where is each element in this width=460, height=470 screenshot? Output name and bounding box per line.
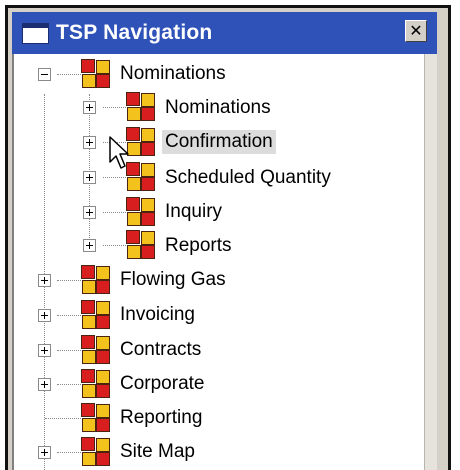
collapse-toggle-nominations[interactable] — [38, 68, 51, 81]
expand-toggle[interactable] — [38, 344, 51, 357]
mouse-pointer-icon — [109, 136, 129, 169]
tree-item-inquiry[interactable]: Inquiry — [162, 200, 225, 224]
expand-toggle[interactable] — [83, 239, 96, 252]
tree-item-invoicing[interactable]: Invoicing — [117, 303, 198, 327]
tree-line — [57, 452, 81, 453]
folder-grid-icon — [81, 59, 111, 89]
window-icon — [22, 23, 49, 44]
vertical-scrollbar[interactable] — [424, 54, 437, 470]
tree-item-reporting[interactable]: Reporting — [117, 406, 205, 430]
window-title: TSP Navigation — [56, 21, 213, 44]
folder-grid-icon — [126, 230, 156, 260]
navigation-tree: Nominations Nominations Confirmation Sch… — [12, 54, 424, 470]
expand-toggle[interactable] — [83, 136, 96, 149]
tree-line — [45, 418, 81, 419]
folder-grid-icon — [81, 335, 111, 365]
tree-item-nominations[interactable]: Nominations — [117, 62, 229, 86]
folder-grid-icon — [81, 369, 111, 399]
tree-line — [103, 245, 126, 246]
tree-line — [103, 212, 126, 213]
close-button[interactable]: ✕ — [405, 20, 427, 42]
tree-line — [57, 350, 81, 351]
expand-toggle[interactable] — [38, 446, 51, 459]
tree-line — [57, 384, 81, 385]
expand-toggle[interactable] — [83, 206, 96, 219]
tree-line — [103, 107, 126, 108]
tree-item-nominations-sub[interactable]: Nominations — [162, 96, 274, 120]
expand-toggle[interactable] — [38, 378, 51, 391]
tree-line — [103, 177, 126, 178]
tree-item-corporate[interactable]: Corporate — [117, 372, 208, 396]
tree-line — [57, 280, 81, 281]
title-bar: TSP Navigation ✕ — [12, 12, 437, 54]
folder-grid-icon — [81, 437, 111, 467]
expand-toggle[interactable] — [38, 309, 51, 322]
folder-grid-icon — [126, 197, 156, 227]
folder-grid-icon — [126, 92, 156, 122]
expand-toggle[interactable] — [38, 274, 51, 287]
folder-grid-icon — [81, 265, 111, 295]
expand-toggle[interactable] — [83, 101, 96, 114]
expand-toggle[interactable] — [83, 171, 96, 184]
tree-item-scheduled-quantity[interactable]: Scheduled Quantity — [162, 166, 334, 190]
tree-item-flowing-gas[interactable]: Flowing Gas — [117, 268, 229, 292]
tree-item-site-map[interactable]: Site Map — [117, 440, 198, 464]
tree-item-reports[interactable]: Reports — [162, 234, 235, 258]
tree-line — [89, 94, 90, 244]
tree-line — [57, 315, 81, 316]
tree-line — [57, 74, 81, 75]
tree-item-confirmation[interactable]: Confirmation — [162, 130, 276, 154]
tree-item-contracts[interactable]: Contracts — [117, 338, 204, 362]
folder-grid-icon — [81, 403, 111, 433]
folder-grid-icon — [81, 300, 111, 330]
